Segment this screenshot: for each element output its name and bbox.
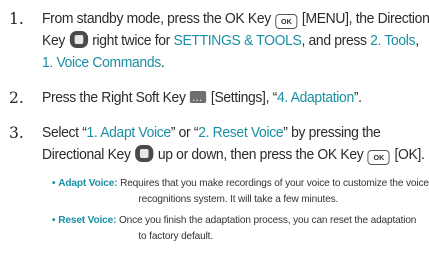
- step-number: 1.: [9, 10, 24, 28]
- step-number: 3.: [9, 124, 24, 142]
- menu-path-tools: 2. Tools: [370, 33, 416, 49]
- step-text: Select “1. Adapt Voice” or “2. Reset Voi…: [42, 122, 425, 166]
- bullet-dot-icon: •: [52, 177, 56, 189]
- bullet-adapt-voice: • Adapt Voice: Requires that you make rec…: [52, 175, 429, 205]
- step-line: Press the Right Soft Key [Settings], “4.…: [42, 87, 410, 109]
- bullet-text: Once you finish the adaptation process, …: [118, 214, 417, 226]
- text-run: , and press: [301, 33, 367, 49]
- ok-key-icon: OK: [275, 14, 298, 29]
- bullet-line: to factory default.: [138, 230, 213, 242]
- bullet-line: recognitions system. It will take a few …: [138, 193, 339, 205]
- text-run: [OK].: [394, 147, 425, 163]
- text-run: Directional Key: [42, 147, 131, 163]
- bullet-text: Requires that you make recordings of you…: [120, 177, 429, 189]
- step-text: From standby mode, press the OK Key OK […: [42, 8, 429, 74]
- text-run: From standby mode, press the OK Key: [42, 11, 271, 27]
- right-soft-key-icon: [190, 87, 207, 109]
- text-run: ” by pressing the: [283, 125, 381, 141]
- bullet-term: Adapt Voice:: [58, 177, 118, 189]
- step-text: Press the Right Soft Key [Settings], “4.…: [42, 87, 410, 109]
- bullet-dot-icon: •: [52, 214, 56, 226]
- text-run: Select “: [42, 125, 87, 141]
- step-line: 1. Voice Commands.: [42, 52, 410, 74]
- text-run: Press the Right Soft Key: [42, 90, 186, 106]
- menu-path-adaptation: 4. Adaptation: [276, 90, 354, 106]
- step-number: 2.: [9, 89, 24, 107]
- text-run: [Settings], “: [210, 90, 277, 106]
- directional-key-icon: [69, 31, 88, 48]
- bullet-term: Reset Voice:: [58, 214, 117, 226]
- step-line: Key right twice for SETTINGS & TOOLS, an…: [42, 30, 419, 52]
- ok-key-icon: OK: [367, 150, 390, 165]
- menu-path-settings-tools: SETTINGS & TOOLS: [173, 33, 302, 49]
- text-run: .: [160, 55, 165, 71]
- bullet-line: • Adapt Voice: Requires that you make rec…: [52, 175, 429, 191]
- bullet-reset-voice: • Reset Voice: Once you finish the adapta…: [52, 212, 416, 242]
- text-run: Key: [42, 33, 65, 49]
- text-run: ”.: [353, 90, 362, 106]
- step-line: Directional Key up or down, then press t…: [42, 144, 425, 166]
- step-line: Select “1. Adapt Voice” or “2. Reset Voi…: [42, 122, 410, 144]
- option-reset-voice: 2. Reset Voice: [198, 125, 284, 141]
- text-run: up or down, then press the OK Key: [157, 147, 364, 163]
- text-run: ” or “: [170, 125, 199, 141]
- directional-key-icon: [135, 145, 154, 162]
- option-adapt-voice: 1. Adapt Voice: [86, 125, 172, 141]
- bullet-line: • Reset Voice: Once you finish the adapta…: [52, 212, 416, 228]
- text-run: ,: [415, 33, 419, 49]
- menu-path-voice-commands: 1. Voice Commands: [42, 55, 161, 71]
- text-run: [MENU], the Directional: [301, 11, 429, 27]
- step-line: From standby mode, press the OK Key OK […: [42, 8, 429, 30]
- text-run: right twice for: [92, 33, 170, 49]
